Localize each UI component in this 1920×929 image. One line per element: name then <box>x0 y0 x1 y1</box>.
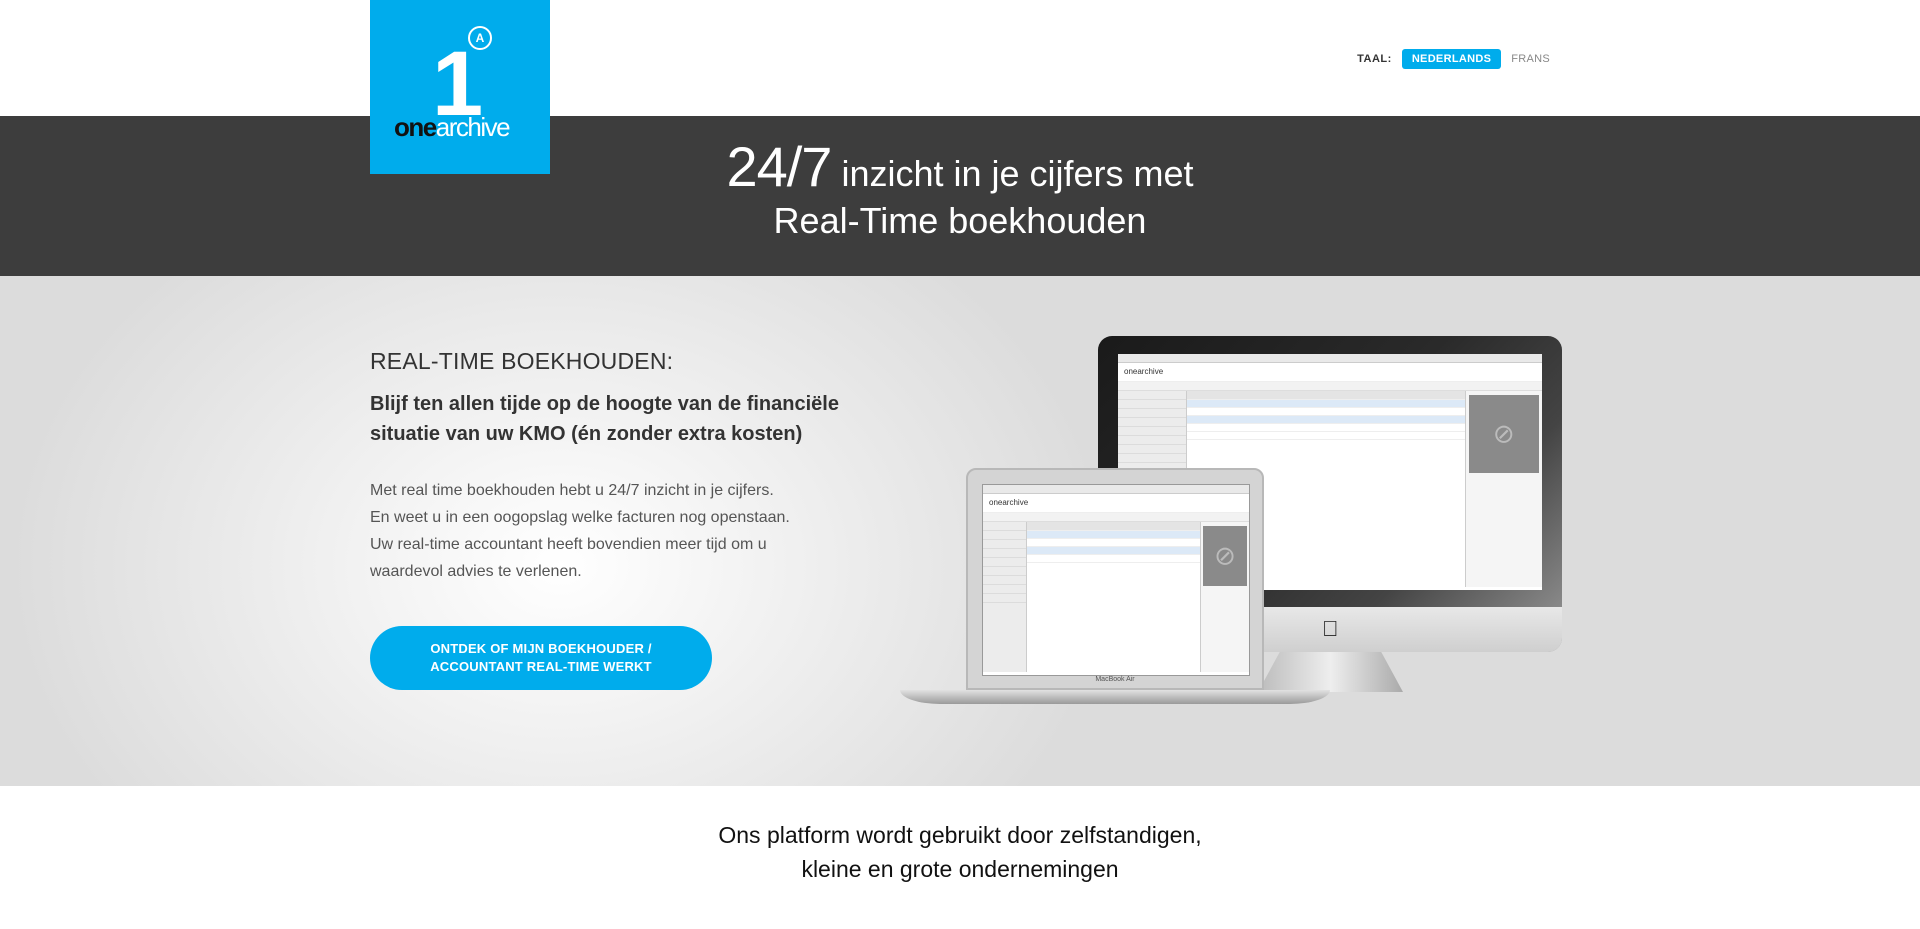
feature-body: Met real time boekhouden hebt u 24/7 inz… <box>370 477 890 585</box>
cta-line-2: ACCOUNTANT REAL-TIME WERKT <box>430 659 652 674</box>
onearchive-logo[interactable]: 1 A onearchive <box>370 0 550 174</box>
hero-title-line1: 24/7 inzicht in je cijfers met <box>0 134 1920 199</box>
no-preview-icon <box>1468 395 1539 474</box>
language-switcher: TAAL: NEDERLANDS FRANS <box>1357 49 1550 69</box>
language-label: TAAL: <box>1357 53 1392 65</box>
feature-heading: REAL-TIME BOEKHOUDEN: <box>370 348 674 374</box>
hero-title-line2: Real-Time boekhouden <box>773 200 1147 241</box>
feature-subheading: Blijf ten allen tijde op de hoogte van d… <box>370 393 839 445</box>
feature-body-line: Met real time boekhouden hebt u 24/7 inz… <box>370 482 774 499</box>
feature-content: REAL-TIME BOEKHOUDEN: Blijf ten allen ti… <box>370 348 890 585</box>
language-option-frans[interactable]: FRANS <box>1511 53 1550 65</box>
macbook-label: MacBook Air <box>1095 676 1135 683</box>
feature-body-line: En weet u in een oogopslag welke facture… <box>370 509 790 526</box>
macbook-screen: onearchive <box>982 484 1250 676</box>
cta-line-1: ONTDEK OF MIJN BOEKHOUDER / <box>430 641 652 656</box>
imac-app-logo: onearchive <box>1118 363 1542 382</box>
logo-wordmark: onearchive <box>394 112 511 142</box>
macbook-base <box>900 690 1330 704</box>
feature-section: REAL-TIME BOEKHOUDEN: Blijf ten allen ti… <box>0 276 1920 786</box>
macbook-app-logo: onearchive <box>983 494 1249 513</box>
feature-body-line: waardevol advies te verlenen. <box>370 563 582 580</box>
logo-badge: A <box>468 26 492 50</box>
feature-body-line: Uw real-time accountant heeft bovendien … <box>370 536 767 553</box>
top-bar: 1 A onearchive TAAL: NEDERLANDS FRANS <box>0 0 1920 174</box>
hero-title-rest: inzicht in je cijfers met <box>831 153 1194 194</box>
macbook-illustration: onearchive MacBook Air <box>900 468 1330 708</box>
discover-accountant-button[interactable]: ONTDEK OF MIJN BOEKHOUDER / ACCOUNTANT R… <box>370 626 712 690</box>
platform-tagline: Ons platform wordt gebruikt door zelfsta… <box>0 818 1920 886</box>
platform-tagline-line2: kleine en grote ondernemingen <box>801 856 1119 882</box>
hero-big-number: 24/7 <box>726 135 832 198</box>
no-preview-icon <box>1203 526 1248 586</box>
hero-banner: 24/7 inzicht in je cijfers met Real-Time… <box>0 116 1920 276</box>
platform-tagline-line1: Ons platform wordt gebruikt door zelfsta… <box>718 822 1202 848</box>
language-option-nederlands[interactable]: NEDERLANDS <box>1401 49 1502 69</box>
